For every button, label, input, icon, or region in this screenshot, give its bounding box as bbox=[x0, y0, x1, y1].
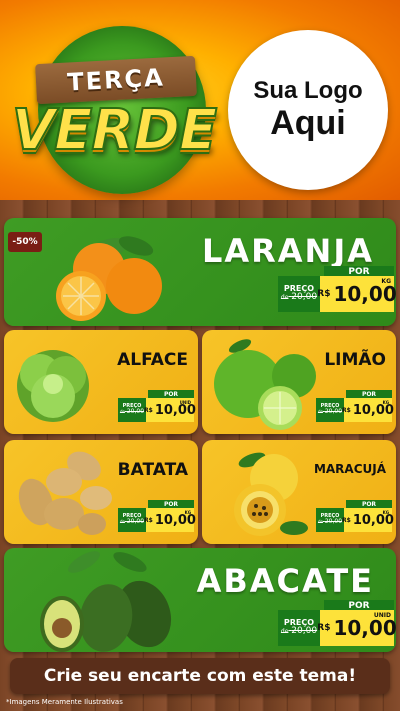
old-price-value: 20,00 bbox=[126, 518, 145, 526]
unit-label: KG bbox=[382, 400, 389, 405]
logo-line2: Aqui bbox=[270, 103, 346, 142]
old-price: de 20,00 bbox=[317, 408, 343, 416]
lime-image bbox=[214, 339, 316, 430]
potato-image bbox=[18, 451, 112, 535]
unit-label: KG bbox=[184, 510, 191, 515]
product-name: MARACUJÁ bbox=[313, 462, 386, 476]
currency: R$ bbox=[342, 406, 351, 414]
product-card-alface: ALFACE POR PREÇO de 20,00 R$ 10,00 UNID bbox=[4, 330, 198, 434]
price-tag: POR PREÇO de 20,00 R$ 10,00 KG bbox=[316, 500, 394, 532]
new-price-box: R$ 10,00 UNID bbox=[144, 398, 196, 422]
currency: R$ bbox=[317, 623, 331, 633]
logo-line1: Sua Logo bbox=[253, 77, 363, 105]
cta-text: Crie seu encarte com este tema! bbox=[43, 666, 357, 686]
old-price: de 20,00 bbox=[280, 626, 318, 637]
old-price-value: 20,00 bbox=[324, 408, 343, 416]
product-card-batata: BATATA POR PREÇO de 20,00 R$ 10,00 KG bbox=[4, 440, 198, 544]
product-name: LIMÃO bbox=[324, 350, 386, 370]
price-tag: POR PREÇO de 20,00 R$ 10,00 KG bbox=[278, 266, 396, 312]
terca-verde-badge: TERÇA VERDE bbox=[8, 26, 220, 196]
badge-plank: TERÇA bbox=[35, 55, 197, 105]
product-name: BATATA bbox=[117, 460, 188, 480]
old-price-box: PREÇO de 20,00 bbox=[118, 508, 146, 532]
product-name: LARANJA bbox=[201, 232, 374, 270]
new-price-value: 10,00 bbox=[333, 616, 396, 640]
old-price-value: 20,00 bbox=[291, 292, 318, 303]
old-price-value: 20,00 bbox=[324, 518, 343, 526]
de-label: de bbox=[317, 519, 323, 525]
currency: R$ bbox=[144, 406, 153, 414]
price-tag: POR PREÇO de 20,00 R$ 10,00 UNID bbox=[118, 390, 196, 422]
product-card-abacate: ABACATE POR PREÇO de 20,00 R$ 10,00 UNID bbox=[4, 548, 396, 652]
product-name: ABACATE bbox=[196, 562, 374, 600]
new-price-box: R$ 10,00 KG bbox=[342, 508, 394, 532]
price-tag: POR PREÇO de 20,00 R$ 10,00 KG bbox=[316, 390, 394, 422]
cta-banner: Crie seu encarte com este tema! bbox=[10, 658, 390, 694]
de-label: de bbox=[119, 519, 125, 525]
de-label: de bbox=[317, 409, 323, 415]
old-price-box: PREÇO de 20,00 bbox=[278, 610, 320, 646]
old-price: de 20,00 bbox=[119, 408, 145, 416]
new-price-box: R$ 10,00 UNID bbox=[317, 610, 396, 646]
unit-label: UNID bbox=[179, 400, 191, 405]
badge-top-text: TERÇA bbox=[66, 63, 166, 97]
unit-label: KG bbox=[381, 278, 391, 285]
product-name: ALFACE bbox=[117, 350, 188, 370]
discount-badge: -50% bbox=[8, 232, 42, 252]
old-price-box: PREÇO de 20,00 bbox=[278, 276, 320, 312]
old-price-value: 20,00 bbox=[126, 408, 145, 416]
currency: R$ bbox=[342, 516, 351, 524]
old-price: de 20,00 bbox=[280, 292, 318, 303]
price-tag: POR PREÇO de 20,00 R$ 10,00 UNID bbox=[278, 600, 396, 646]
footnote: *Imagens Meramente Ilustrativas bbox=[6, 698, 123, 706]
new-price-box: R$ 10,00 KG bbox=[342, 398, 394, 422]
currency: R$ bbox=[144, 516, 153, 524]
price-tag: POR PREÇO de 20,00 R$ 10,00 KG bbox=[118, 500, 196, 532]
old-price-box: PREÇO de 20,00 bbox=[316, 508, 344, 532]
orange-image bbox=[56, 236, 162, 321]
unit-label: KG bbox=[382, 510, 389, 515]
new-price-box: R$ 10,00 KG bbox=[144, 508, 196, 532]
badge-main-text: VERDE bbox=[11, 97, 218, 164]
product-card-laranja: LARANJA POR PREÇO de 20,00 R$ 10,00 KG bbox=[4, 218, 396, 326]
product-card-maracuja: MARACUJÁ POR PREÇO de 20,00 R$ 10,00 KG bbox=[202, 440, 396, 544]
de-label: de bbox=[280, 628, 289, 636]
old-price: de 20,00 bbox=[317, 518, 343, 526]
new-price-box: R$ 10,00 KG bbox=[317, 276, 396, 312]
old-price-box: PREÇO de 20,00 bbox=[316, 398, 344, 422]
unit-label: UNID bbox=[373, 612, 391, 619]
new-price-value: 10,00 bbox=[333, 282, 396, 306]
product-card-limao: LIMÃO POR PREÇO de 20,00 R$ 10,00 KG bbox=[202, 330, 396, 434]
lettuce-image bbox=[17, 350, 89, 422]
avocado-image bbox=[40, 551, 172, 652]
de-label: de bbox=[119, 409, 125, 415]
de-label: de bbox=[280, 294, 289, 302]
old-price-value: 20,00 bbox=[291, 626, 318, 637]
old-price: de 20,00 bbox=[119, 518, 145, 526]
old-price-box: PREÇO de 20,00 bbox=[118, 398, 146, 422]
currency: R$ bbox=[317, 289, 331, 299]
logo-placeholder: Sua Logo Aqui bbox=[228, 30, 388, 190]
